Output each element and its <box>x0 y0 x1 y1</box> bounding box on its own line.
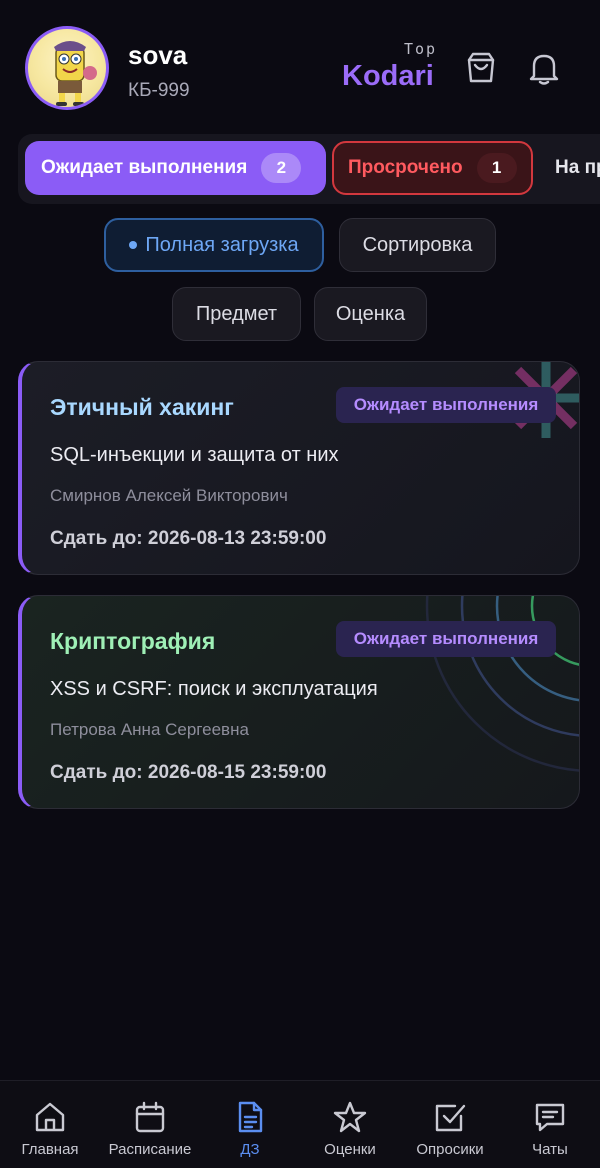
active-dot-icon <box>129 241 138 249</box>
nav-item-grades[interactable]: Оценки <box>310 1081 390 1168</box>
chat-icon <box>532 1099 568 1135</box>
calendar-icon <box>132 1099 168 1135</box>
nav-item-chats[interactable]: Чаты <box>514 1081 586 1168</box>
assignment-card[interactable]: Этичный хакинг Ожидает выполнения SQL-ин… <box>18 361 580 575</box>
document-icon <box>232 1099 268 1135</box>
tab-review-label: На пр <box>555 157 600 178</box>
home-icon <box>32 1099 68 1135</box>
top-label: Top <box>404 40 438 58</box>
tab-overdue-count: 1 <box>476 153 517 183</box>
nav-label-home: Главная <box>21 1141 79 1158</box>
assignment-subject: Криптография <box>50 628 216 654</box>
sort-button[interactable]: Сортировка <box>339 218 496 272</box>
tab-pending-count: 2 <box>261 153 302 183</box>
shopping-bag-icon[interactable] <box>461 48 501 88</box>
assignment-subject: Этичный хакинг <box>50 394 234 420</box>
nav-item-polls[interactable]: Опросики <box>408 1081 492 1168</box>
nav-item-home[interactable]: Главная <box>8 1081 92 1168</box>
subject-filter-button[interactable]: Предмет <box>172 287 301 341</box>
tab-pending-label: Ожидает выполнения <box>41 157 248 178</box>
tab-review[interactable]: На пр <box>555 141 600 195</box>
status-badge: Ожидает выполнения <box>336 387 556 423</box>
tab-pending[interactable]: Ожидает выполнения 2 <box>25 141 326 195</box>
nav-label-polls: Опросики <box>416 1141 484 1158</box>
bell-icon[interactable] <box>524 48 564 88</box>
tab-overdue[interactable]: Просрочено 1 <box>332 141 533 195</box>
assignment-deadline: Сдать до: 2026-08-15 23:59:00 <box>50 762 327 783</box>
assignment-topic: SQL-инъекции и защита от них <box>50 444 339 466</box>
assignment-card[interactable]: Криптография Ожидает выполнения XSS и CS… <box>18 595 580 809</box>
nav-item-schedule[interactable]: Расписание <box>100 1081 200 1168</box>
tab-overdue-label: Просрочено <box>348 157 463 178</box>
full-load-label: Полная загрузка <box>145 233 299 256</box>
grade-filter-button[interactable]: Оценка <box>314 287 427 341</box>
profile-header: sova КБ-999 Top Kodari <box>0 0 600 130</box>
assignment-deadline: Сдать до: 2026-08-13 23:59:00 <box>50 528 327 549</box>
username: sova <box>128 40 188 70</box>
bottom-navigation: Главная Расписание ДЗ Оценки Опросики Ча… <box>0 1080 600 1168</box>
star-icon <box>332 1099 368 1135</box>
nav-label-grades: Оценки <box>324 1141 376 1158</box>
checkbox-icon <box>432 1099 468 1135</box>
avatar[interactable] <box>25 26 109 110</box>
assignment-teacher: Петрова Анна Сергеевна <box>50 720 249 739</box>
status-tabs: Ожидает выполнения 2 Просрочено 1 На пр <box>18 134 600 204</box>
full-load-filter-chip[interactable]: Полная загрузка <box>104 218 324 272</box>
nav-label-chats: Чаты <box>532 1141 568 1158</box>
assignment-teacher: Смирнов Алексей Викторович <box>50 486 288 505</box>
user-group: КБ-999 <box>128 80 190 101</box>
nav-label-schedule: Расписание <box>108 1141 192 1158</box>
brand-logo[interactable]: Kodari <box>342 60 434 93</box>
assignment-topic: XSS и CSRF: поиск и эксплуатация <box>50 678 378 700</box>
nav-label-homework: ДЗ <box>240 1141 260 1158</box>
nav-item-homework[interactable]: ДЗ <box>214 1081 286 1168</box>
status-badge: Ожидает выполнения <box>336 621 556 657</box>
